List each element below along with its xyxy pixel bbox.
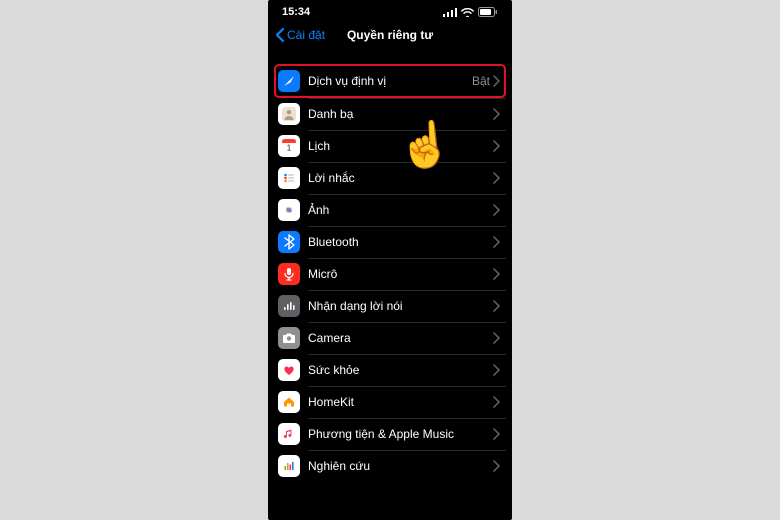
row-media[interactable]: Phương tiện & Apple Music [274, 418, 506, 450]
chevron-right-icon [492, 204, 500, 216]
bluetooth-icon [278, 231, 300, 253]
row-reminders[interactable]: Lời nhắc [274, 162, 506, 194]
chevron-right-icon [492, 75, 500, 87]
row-label: Bluetooth [308, 235, 492, 249]
row-label: Micrô [308, 267, 492, 281]
row-label: Ảnh [308, 203, 492, 217]
row-bluetooth[interactable]: Bluetooth [274, 226, 506, 258]
chevron-right-icon [492, 364, 500, 376]
back-label: Cài đặt [287, 28, 325, 42]
row-health[interactable]: Sức khỏe [274, 354, 506, 386]
row-label: Nhận dạng lời nói [308, 299, 492, 313]
signal-icon [443, 8, 457, 17]
phone-frame: 15:34 Cài đặt Quyền riêng tư Dịch vụ địn… [268, 0, 512, 520]
row-label: Phương tiện & Apple Music [308, 427, 492, 441]
row-label: Lịch [308, 139, 492, 153]
row-camera[interactable]: Camera [274, 322, 506, 354]
row-label: Nghiên cứu [308, 459, 492, 473]
chevron-right-icon [492, 108, 500, 120]
chevron-right-icon [492, 460, 500, 472]
row-label: HomeKit [308, 395, 492, 409]
row-label: Camera [308, 331, 492, 345]
chevron-right-icon [492, 140, 500, 152]
settings-list: Dịch vụ định vịBật Danh bạ 1 Lịch Lời nhắc Ản… [268, 54, 512, 482]
speech-icon [278, 295, 300, 317]
chevron-right-icon [492, 268, 500, 280]
chevron-right-icon [492, 428, 500, 440]
row-speech[interactable]: Nhận dạng lời nói [274, 290, 506, 322]
row-label: Danh bạ [308, 107, 492, 121]
row-photos[interactable]: Ảnh [274, 194, 506, 226]
photos-icon [278, 199, 300, 221]
reminders-icon [278, 167, 300, 189]
svg-text:1: 1 [287, 144, 292, 153]
row-contacts[interactable]: Danh bạ [274, 98, 506, 130]
chevron-right-icon [492, 172, 500, 184]
chevron-right-icon [492, 332, 500, 344]
row-calendar[interactable]: 1 Lịch [274, 130, 506, 162]
microphone-icon [278, 263, 300, 285]
chevron-right-icon [492, 300, 500, 312]
research-icon [278, 455, 300, 477]
row-homekit[interactable]: HomeKit [274, 386, 506, 418]
chevron-left-icon [274, 27, 286, 43]
battery-icon [478, 7, 498, 17]
health-icon [278, 359, 300, 381]
chevron-right-icon [492, 396, 500, 408]
row-label: Sức khỏe [308, 363, 492, 377]
row-label: Lời nhắc [308, 171, 492, 185]
homekit-icon [278, 391, 300, 413]
location-icon [278, 70, 300, 92]
row-microphone[interactable]: Micrô [274, 258, 506, 290]
status-indicators [443, 7, 498, 17]
wifi-icon [461, 8, 474, 17]
media-icon [278, 423, 300, 445]
row-value: Bật [472, 74, 490, 88]
back-button[interactable]: Cài đặt [274, 27, 325, 43]
nav-bar: Cài đặt Quyền riêng tư [268, 22, 512, 54]
row-research[interactable]: Nghiên cứu [274, 450, 506, 482]
calendar-icon: 1 [278, 135, 300, 157]
row-label: Dịch vụ định vị [308, 74, 472, 88]
chevron-right-icon [492, 236, 500, 248]
row-location[interactable]: Dịch vụ định vịBật [274, 64, 506, 98]
status-time: 15:34 [282, 6, 310, 18]
status-bar: 15:34 [268, 0, 512, 22]
camera-icon [278, 327, 300, 349]
contacts-icon [278, 103, 300, 125]
